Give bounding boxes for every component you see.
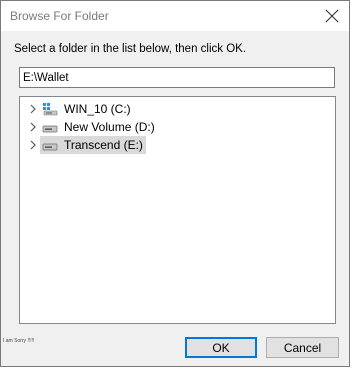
folder-tree[interactable]: WIN_10 (C:) New Volume (D:) Transcend (E… (19, 96, 336, 324)
chevron-right-icon[interactable] (27, 139, 39, 151)
title-bar: Browse For Folder (1, 1, 349, 31)
tree-node-label: Transcend (E:) (64, 138, 143, 152)
tree-item-c-drive[interactable]: WIN_10 (C:) (20, 100, 320, 118)
tree-item-e-drive[interactable]: Transcend (E:) (20, 136, 320, 154)
status-note: I am Sorry !!!!! (3, 338, 35, 344)
close-icon[interactable] (319, 3, 345, 29)
instruction-text: Select a folder in the list below, then … (14, 43, 247, 55)
folder-path-input[interactable] (19, 67, 335, 88)
chevron-right-icon[interactable] (27, 103, 39, 115)
tree-node-label: New Volume (D:) (64, 120, 155, 134)
browse-for-folder-dialog: Browse For Folder Select a folder in the… (0, 0, 350, 367)
drive-icon (42, 138, 58, 152)
ok-button[interactable]: OK (185, 337, 257, 358)
chevron-right-icon[interactable] (27, 121, 39, 133)
drive-icon (42, 120, 58, 134)
tree-node-e-drive[interactable]: Transcend (E:) (40, 136, 146, 154)
tree-node-c-drive[interactable]: WIN_10 (C:) (40, 100, 134, 118)
window-title: Browse For Folder (10, 9, 109, 23)
cancel-button[interactable]: Cancel (266, 337, 339, 358)
tree-node-label: WIN_10 (C:) (64, 102, 131, 116)
windows-drive-icon (42, 102, 58, 116)
tree-node-d-drive[interactable]: New Volume (D:) (40, 118, 158, 136)
tree-item-d-drive[interactable]: New Volume (D:) (20, 118, 320, 136)
